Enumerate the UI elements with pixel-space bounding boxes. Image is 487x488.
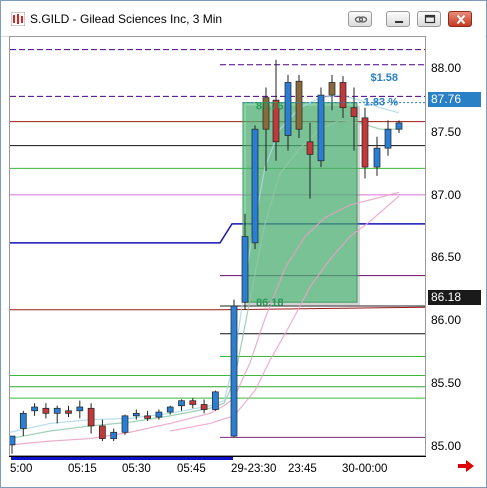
candle-body [212,391,219,410]
trade-box [242,102,358,303]
candle-body [178,400,185,407]
candle-body [230,305,238,437]
session-marker-bar [11,457,233,460]
candle-body [295,80,303,130]
candle-body [121,415,129,433]
maximize-button[interactable] [417,11,441,27]
candle-body [200,404,208,410]
minimize-icon [395,21,403,23]
trade-profit-label: $1.58 [370,72,398,84]
price-tick: 87.50 [431,125,462,139]
trade-percent-label: 1.83 % [364,97,398,109]
candle-body [132,412,140,417]
candle-body [350,107,358,117]
app-icon [11,12,25,26]
candle-body [241,236,249,303]
candle-body [155,411,163,418]
price-tick: 86.50 [431,250,462,264]
price-tick: 88.00 [431,61,462,75]
maximize-icon [424,14,436,24]
price-tick: 87.00 [431,188,462,202]
price-axis[interactable]: 88.00 87.50 87.00 86.50 86.00 85.50 85.0… [427,36,485,456]
current-price-label: 87.76 [428,92,481,107]
candle-body [361,117,369,168]
price-chart[interactable]: $1.58 1.83 % 87.76 86.18 [8,36,426,456]
link-button[interactable] [348,11,372,27]
candle-body [31,406,38,412]
time-tick: 29-23:30 [231,463,277,475]
price-tick: 85.50 [431,376,462,390]
scroll-right-arrow-icon[interactable] [457,459,475,473]
candle-body [65,410,72,414]
link-icon [354,16,368,23]
title-bar[interactable]: S.GILD - Gilead Sciences Inc, 3 Min [1,1,486,37]
candle-body [395,122,403,130]
candle-body [251,128,259,244]
trade-top-label: 87.76 [256,101,284,113]
close-icon [456,14,466,25]
candle-body [284,82,292,136]
candle-body [8,435,16,446]
minimize-button[interactable] [386,11,410,27]
time-tick: 05:30 [122,463,151,475]
candle-body [42,407,50,414]
time-tick: 23:45 [288,463,317,475]
candle-body [306,141,314,155]
time-tick: 5:00 [10,463,33,475]
resistance-step-line [10,306,426,311]
window-title: S.GILD - Gilead Sciences Inc, 3 Min [30,12,223,26]
time-tick: 30-00:00 [342,463,388,475]
candle-body [328,82,336,96]
candle-body [19,412,27,429]
candle-body [166,406,174,413]
time-tick: 05:45 [177,463,206,475]
close-button[interactable] [448,11,472,27]
candle-body [76,406,84,412]
candle-body [87,407,95,427]
time-tick: 05:15 [68,463,97,475]
candle-body [53,407,61,414]
candle-body [339,82,347,109]
candle-body [110,431,118,439]
entry-price-label: 86.18 [428,290,481,305]
candle-body [189,400,197,405]
time-axis[interactable]: 5:00 05:15 05:30 05:45 29-23:30 23:45 30… [9,456,426,487]
price-tick: 86.00 [431,313,462,327]
candle-body [317,94,325,162]
price-tick: 85.00 [431,439,462,453]
candle-body [144,415,151,419]
candle-body [384,128,392,149]
trade-entry-label: 86.18 [256,297,284,309]
candle-body [99,425,106,439]
price-chart-svg[interactable]: $1.58 1.83 % 87.76 86.18 [8,37,426,455]
candle-body [373,147,381,168]
